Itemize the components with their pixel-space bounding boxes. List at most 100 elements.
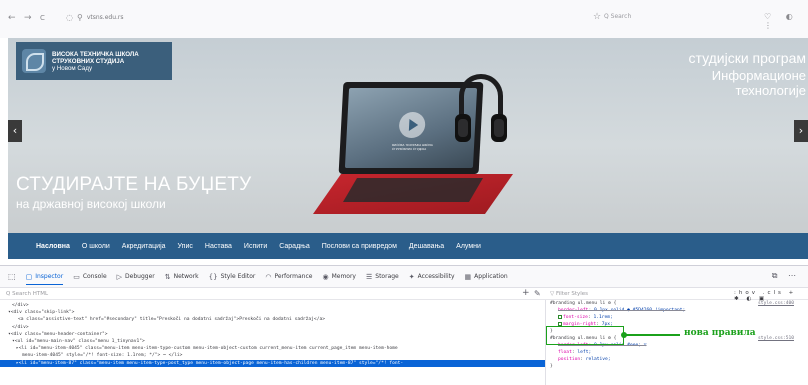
devtools-tab-label: Debugger	[125, 273, 155, 280]
css-rule-header: #branding ul.menu li ⚙ { style.css:400	[550, 300, 808, 307]
logo-city: у Новом Саду	[52, 64, 93, 72]
reload-icon[interactable]: C	[40, 14, 45, 22]
selected-markup-node[interactable]: ▸<li id="menu-item-87" class="menu-item …	[0, 359, 545, 367]
css-property-name[interactable]: border-left	[558, 308, 588, 313]
css-declaration[interactable]: float: left;	[550, 349, 808, 356]
devtools-tab-application[interactable]: ▦ Application	[465, 273, 508, 281]
markup-line[interactable]: </div>	[0, 324, 545, 331]
devtools-tab-console[interactable]: ▭ Console	[73, 273, 106, 281]
css-rule-source-link[interactable]: style.css:510	[758, 335, 794, 342]
logo-line-2: СТРУКОВНИХ СТУДИЈА	[52, 57, 125, 65]
devtools-options-icon[interactable]: ⧉ ⋯	[772, 271, 800, 281]
laptop-illustration: ВИСОКА ТЕХНИЧКА ШКОЛА СТРУКОВНИХ СТУДИЈА	[303, 74, 513, 224]
markup-line[interactable]: ▾<ul id="menu-main-nav" class="menu 1_ti…	[0, 338, 545, 345]
css-property-value[interactable]: 1.1rem;	[593, 315, 612, 320]
devtools-tab-performance[interactable]: ◠ Performance	[265, 273, 312, 281]
markup-line[interactable]: menu-item-4045" style="/*! font-size: 1.…	[0, 352, 545, 359]
program-title-line-1: студијски програм	[688, 50, 807, 66]
css-declaration[interactable]: border-left: 0.1px solid ● #5D4260 !impo…	[550, 307, 808, 314]
slider-prev-arrow-icon[interactable]: ‹	[8, 120, 22, 142]
devtools-tab-icon: ▷	[116, 272, 123, 281]
school-logo[interactable]: ВИСОКА ТЕХНИЧКА ШКОЛА СТРУКОВНИХ СТУДИЈА…	[16, 42, 172, 80]
bookmark-star-icon[interactable]: ☆	[593, 12, 601, 22]
toolbar-right-icons[interactable]: ♡ ◐ ⋮	[764, 12, 808, 30]
css-property-name[interactable]: float	[558, 350, 572, 355]
browser-toolbar: ← → C ◌ ⚲ vtsns.edu.rs ☆ Q Search ♡ ◐ ⋮	[0, 0, 808, 38]
element-picker-icon[interactable]: ⬚	[8, 272, 16, 281]
css-rule-selector[interactable]: #branding ul.menu li ⚙ {	[550, 300, 616, 307]
headphones-icon	[453, 74, 511, 166]
css-declaration[interactable]: position: relative;	[550, 356, 808, 363]
slogan-line-1: СТУДИРАЈТЕ НА БУЏЕТУ	[16, 174, 252, 195]
devtools-tab-icon: ▢	[25, 272, 33, 281]
slider-next-arrow-icon[interactable]: ›	[794, 120, 808, 142]
css-property-name[interactable]: position	[558, 357, 580, 362]
html-search-input[interactable]: Q Search HTML	[6, 291, 48, 297]
add-node-icon[interactable]: +	[522, 288, 530, 298]
markup-line[interactable]: </div>	[0, 302, 545, 309]
logo-line-1: ВИСОКА ТЕХНИЧКА ШКОЛА	[52, 50, 139, 58]
markup-line[interactable]: ▸<li id="menu-item-4045" class="menu-ite…	[0, 345, 545, 352]
devtools-tab-label: Storage	[375, 273, 399, 280]
css-rule-source-link[interactable]: style.css:400	[758, 300, 794, 307]
css-property-name[interactable]: font-size	[563, 315, 588, 320]
devtools-tab-icon: ⇅	[164, 272, 171, 281]
slogan-line-2: на државној високој школи	[16, 197, 166, 211]
markup-line[interactable]: ▾<div class="skip-link">	[0, 309, 545, 316]
devtools-search-row: Q Search HTML + ✎ ▽ Filter Styles :hov .…	[0, 288, 808, 302]
back-arrow-icon[interactable]: ←	[8, 13, 16, 23]
url-text: vtsns.edu.rs	[86, 14, 124, 21]
hero-slider: ВИСОКА ТЕХНИЧКА ШКОЛА СТРУКОВНИХ СТУДИЈА…	[8, 38, 808, 233]
css-property-value[interactable]: relative;	[586, 357, 611, 362]
devtools-tab-label: Application	[474, 273, 508, 280]
devtools-tab-icon: ▦	[464, 272, 472, 281]
markup-view[interactable]: </div> ▾<div class="skip-link"> <a class="…	[0, 300, 545, 385]
declaration-checkbox-icon[interactable]	[558, 314, 562, 319]
devtools-tab-icon: ☰	[365, 272, 373, 281]
site-menu-item[interactable]: Насловна	[36, 243, 70, 250]
devtools-tab-label: Performance	[274, 273, 313, 280]
forward-arrow-icon[interactable]: →	[24, 13, 32, 23]
markup-line[interactable]: <a class="assistive-text" href="#seconda…	[0, 316, 545, 323]
site-menu-item[interactable]: Упис	[178, 243, 193, 250]
devtools-toolbar: ⬚ ▢ Inspector ▭ Console ▷ Debugger ⇅ Network{} S…	[0, 266, 808, 288]
devtools-tab-icon: {}	[208, 272, 218, 281]
devtools-tab-label: Style Editor	[220, 273, 256, 280]
site-menu-item[interactable]: Акредитација	[122, 243, 166, 250]
callout-arrow-head	[621, 331, 627, 338]
site-menu-item[interactable]: Сарадња	[279, 243, 309, 250]
devtools-tab-label: Inspector	[35, 273, 64, 280]
site-menu-item[interactable]: Дешавања	[409, 243, 444, 250]
site-menu-item[interactable]: Послови са привредом	[322, 243, 397, 250]
site-menu-item[interactable]: Настава	[205, 243, 232, 250]
devtools-tab-debugger[interactable]: ▷ Debugger	[117, 273, 155, 281]
declaration-checkbox-icon[interactable]	[558, 321, 562, 326]
styles-filter-input[interactable]: ▽ Filter Styles	[550, 291, 588, 297]
devtools-tab-icon: ◉	[322, 272, 329, 281]
css-declaration[interactable]: font-size: 1.1rem;	[550, 314, 808, 321]
site-menu-item[interactable]: Алумни	[456, 243, 481, 250]
markup-line[interactable]: ▾<div class="menu-header-container">	[0, 331, 545, 338]
school-logo-icon	[22, 49, 46, 73]
devtools-tab-storage[interactable]: ☰ Storage	[366, 273, 399, 281]
devtools-tab-network[interactable]: ⇅ Network	[165, 273, 199, 281]
devtools-tab-accessibility[interactable]: ✦ Accessibility	[409, 273, 455, 281]
eyedropper-icon[interactable]: ✎	[534, 289, 541, 298]
css-property-value[interactable]: 0.1px solid ● #5D4260 !important;	[594, 308, 685, 313]
play-icon	[398, 112, 426, 138]
devtools-tab-memory[interactable]: ◉ Memory	[322, 273, 356, 281]
new-rules-callout-label: нова правила	[684, 328, 756, 338]
program-title: студијски програм Информационе технологи…	[640, 50, 807, 98]
devtools-tab-label: Accessibility	[417, 273, 455, 280]
devtools-tab-style-editor[interactable]: {} Style Editor	[209, 273, 256, 281]
devtools-tab-label: Network	[173, 273, 199, 280]
devtools-tab-inspector[interactable]: ▢ Inspector	[25, 269, 64, 285]
url-field[interactable]: ◌ ⚲ vtsns.edu.rs	[66, 13, 124, 22]
css-property-value[interactable]: left;	[577, 350, 591, 355]
laptop-screen-text: ВИСОКА ТЕХНИЧКА ШКОЛА СТРУКОВНИХ СТУДИЈА	[391, 143, 433, 151]
hero-slogan: СТУДИРАЈТЕ НА БУЏЕТУ на државној високој…	[16, 174, 251, 211]
devtools-tab-icon: ✦	[408, 272, 415, 281]
site-menu-item[interactable]: Испити	[244, 243, 267, 250]
site-menu-item[interactable]: О школи	[82, 243, 110, 250]
browser-search-input[interactable]: Q Search	[604, 13, 724, 20]
